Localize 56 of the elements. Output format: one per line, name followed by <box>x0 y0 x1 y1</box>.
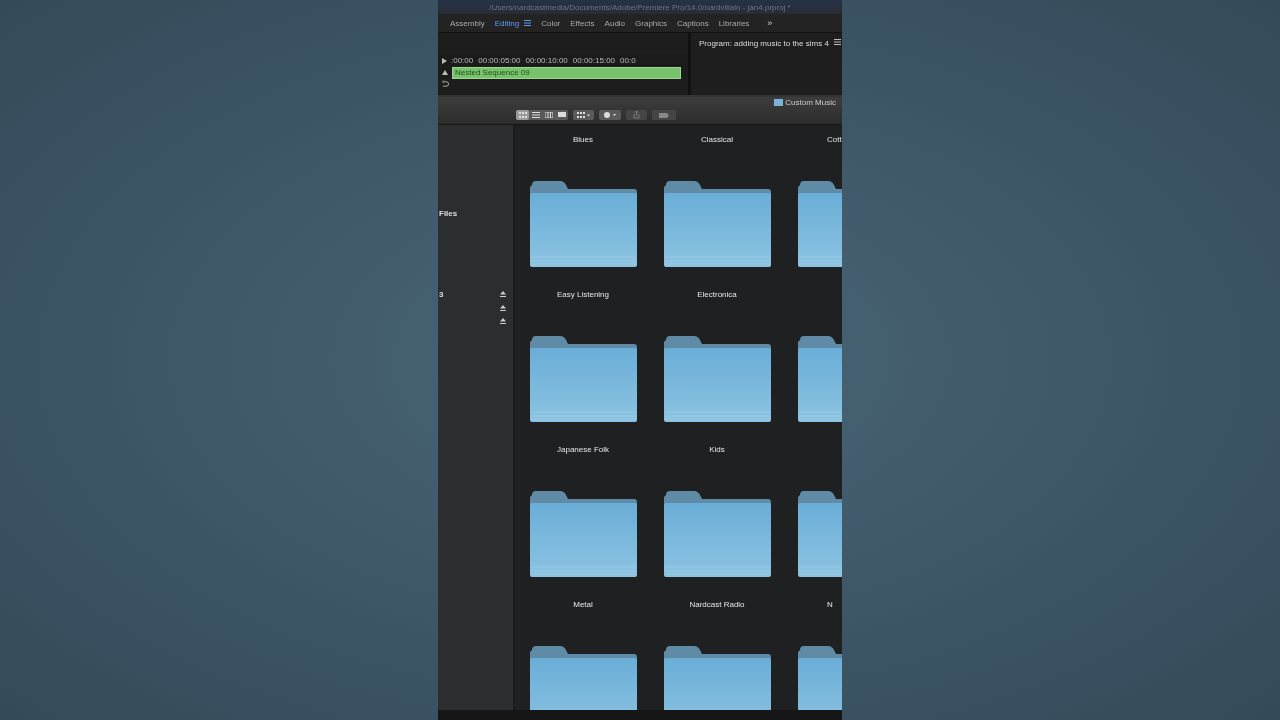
workspace-tab[interactable]: Audio <box>604 18 626 28</box>
workspace-tab[interactable]: Graphics <box>635 18 668 28</box>
folder-name: Blues <box>573 134 593 146</box>
folder-icon[interactable] <box>529 646 637 710</box>
more-workspaces-button[interactable]: » <box>767 18 773 28</box>
folder-name: Metal <box>573 599 593 611</box>
timecode-label: :00:00 <box>451 56 474 65</box>
arrange-button[interactable] <box>573 110 594 120</box>
settings-button[interactable] <box>599 110 621 120</box>
timecode-label: 00:00:15:00 <box>572 56 616 65</box>
sidebar-item[interactable]: Files <box>438 209 458 219</box>
share-icon <box>633 111 640 119</box>
folder-icon <box>774 99 784 106</box>
folder-name: Nardcast Radio <box>689 599 745 611</box>
loop-icon[interactable] <box>442 80 449 87</box>
folder-icon[interactable] <box>663 336 771 424</box>
workspace-tab[interactable]: Color <box>541 18 561 28</box>
view-mode-button[interactable] <box>555 110 568 120</box>
view-mode-button[interactable] <box>516 110 529 120</box>
folder-icon[interactable] <box>663 491 771 579</box>
folder-name: N <box>827 599 833 611</box>
folder-name: Classical <box>701 134 733 146</box>
sidebar-item[interactable]: 3 <box>438 289 444 299</box>
folder-name: Electronica <box>697 289 737 301</box>
timecode-label: 00:00:05:00 <box>478 56 521 65</box>
folder-icon[interactable] <box>529 181 637 269</box>
menu-icon[interactable] <box>833 39 841 45</box>
tag-button[interactable] <box>652 110 676 120</box>
workspace-tab[interactable]: Effects <box>570 18 595 28</box>
window-title: /Users/nardcastmedia/Documents/Adobe/Premiere Pro/14.0/nardvillain - jan4.prproj * <box>489 2 791 12</box>
timecode-label: 00:00:10:00 <box>525 56 568 65</box>
workspace-tab[interactable]: Libraries <box>718 18 750 28</box>
workspace-tab[interactable]: Assembly <box>450 18 485 28</box>
eject-icon[interactable] <box>500 304 506 311</box>
folder-name: Easy Listening <box>557 289 609 301</box>
play-icon[interactable] <box>442 57 447 64</box>
view-mode-button[interactable] <box>542 110 555 120</box>
folder-name: Cott <box>827 134 842 146</box>
workspace-tab[interactable]: Editing <box>494 18 532 28</box>
folder-icon[interactable] <box>663 646 771 710</box>
folder-name: Japanese Folk <box>557 444 609 456</box>
path-label[interactable]: Custom Music <box>774 98 836 107</box>
collapse-icon[interactable] <box>442 70 448 75</box>
eject-icon[interactable] <box>500 318 506 325</box>
timecode-label: 00:0 <box>620 56 636 65</box>
folder-name: Kids <box>709 444 725 456</box>
timeline-clip[interactable]: Nested Sequence 09 <box>452 66 681 79</box>
folder-icon[interactable] <box>529 491 637 579</box>
menu-icon[interactable] <box>524 20 532 26</box>
view-mode-button[interactable] <box>529 110 542 120</box>
workspace-tab[interactable]: Captions <box>677 18 709 28</box>
tag-icon <box>659 112 669 118</box>
panel-title: Program: adding music to the sims 4 <box>699 39 829 48</box>
eject-icon[interactable] <box>500 291 506 298</box>
folder-icon[interactable] <box>529 336 637 424</box>
folder-icon[interactable] <box>663 181 771 269</box>
